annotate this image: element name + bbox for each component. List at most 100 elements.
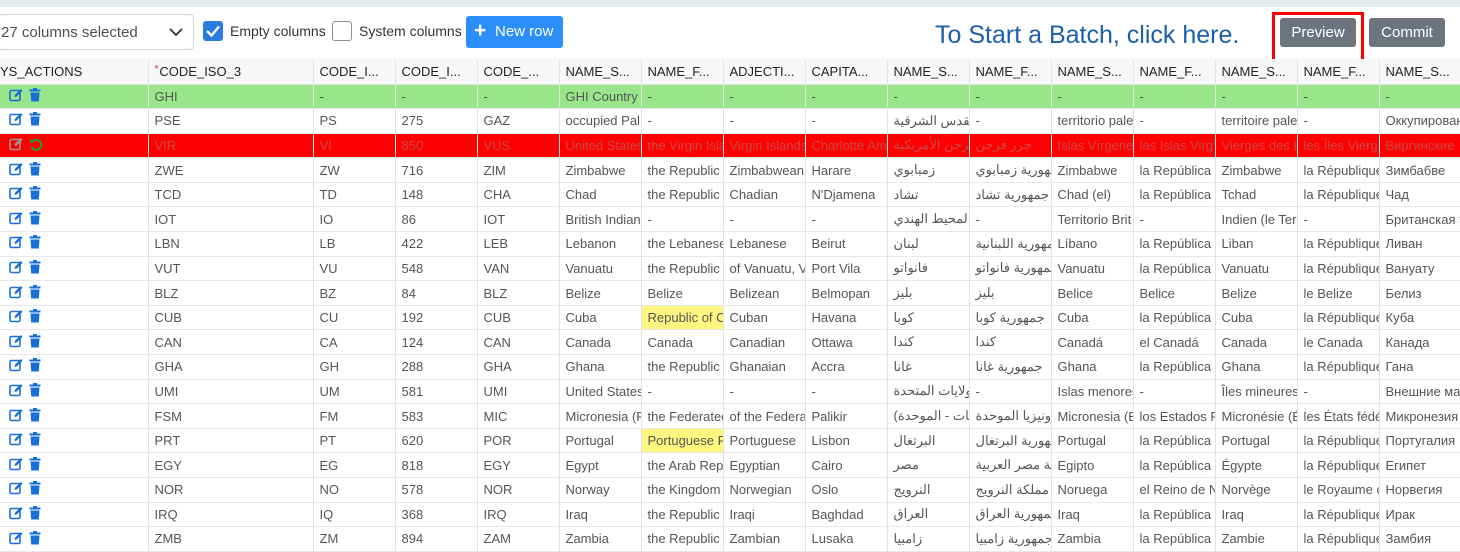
table-cell[interactable]: Belize xyxy=(1215,280,1298,306)
table-cell[interactable]: la República xyxy=(1133,502,1216,528)
trash-icon[interactable] xyxy=(29,456,41,474)
table-cell[interactable]: Portugal xyxy=(1215,428,1298,454)
table-row[interactable]: IOTIO86IOTBritish Indian---في المحيط اله… xyxy=(0,206,1460,233)
table-cell[interactable]: Куба xyxy=(1379,305,1460,331)
table-cell[interactable]: جزر فرجن الأمريكية xyxy=(887,133,970,159)
edit-icon[interactable] xyxy=(9,309,23,326)
edit-icon[interactable] xyxy=(9,162,23,179)
table-cell[interactable]: GAZ xyxy=(477,108,560,134)
table-cell[interactable]: البرتغال xyxy=(887,428,970,454)
table-cell[interactable]: la République xyxy=(1297,182,1380,208)
table-cell[interactable]: - xyxy=(395,84,478,110)
table-cell[interactable]: la République xyxy=(1297,526,1380,552)
table-cell[interactable]: la República xyxy=(1133,157,1216,183)
empty-columns-checkbox[interactable] xyxy=(203,21,223,41)
table-cell[interactable]: NOR xyxy=(148,477,314,503)
table-cell[interactable]: Indien (le Ter xyxy=(1215,206,1298,233)
table-cell[interactable]: la République xyxy=(1297,452,1380,478)
table-cell[interactable]: Ghana xyxy=(1051,354,1134,380)
table-cell[interactable]: فانواتو xyxy=(887,256,970,282)
table-cell[interactable]: Belmopan xyxy=(805,280,888,306)
table-cell[interactable]: Portuguese R xyxy=(641,428,724,454)
table-cell[interactable]: Португалия xyxy=(1379,428,1460,454)
table-cell[interactable]: la República xyxy=(1133,428,1216,454)
table-row[interactable]: IRQ IQ 368 IRQ Iraq the Republic Iraqi Baghdad ا… xyxy=(0,502,1460,528)
table-cell[interactable]: كوبا xyxy=(887,305,970,331)
table-cell[interactable]: مملكة النرويج xyxy=(969,477,1052,503)
table-cell[interactable]: 422 xyxy=(395,231,478,257)
table-cell[interactable]: la République xyxy=(1297,157,1380,183)
table-cell[interactable]: UMI xyxy=(148,379,314,405)
table-cell[interactable]: - xyxy=(723,379,806,405)
table-row[interactable]: NOR NO 578 NOR Norway the Kingdom Norwegian Osl… xyxy=(0,477,1460,503)
table-row[interactable]: LBN LB 422 LEB Lebanon the Lebanese Lebanese Be… xyxy=(0,231,1460,257)
table-cell[interactable]: Зимбабве xyxy=(1379,157,1460,183)
table-cell[interactable]: Zambian xyxy=(723,526,806,552)
table-cell[interactable]: Liban xyxy=(1215,231,1298,257)
column-header[interactable]: CODE_... xyxy=(477,59,560,85)
edit-icon[interactable] xyxy=(9,211,23,228)
column-header[interactable]: YS_ACTIONS xyxy=(0,59,149,85)
table-cell[interactable]: United States xyxy=(559,133,642,159)
table-cell[interactable]: Vanuatu xyxy=(1215,256,1298,282)
table-cell[interactable]: زامبيا xyxy=(887,526,970,552)
table-cell[interactable]: la République xyxy=(1297,231,1380,257)
table-cell[interactable]: Вануату xyxy=(1379,256,1460,282)
table-cell[interactable]: 288 xyxy=(395,354,478,380)
edit-icon[interactable] xyxy=(9,235,23,252)
table-cell[interactable]: Belice xyxy=(1133,280,1216,306)
table-cell[interactable]: Islas Vírgene xyxy=(1051,133,1134,159)
edit-icon[interactable] xyxy=(9,457,23,474)
table-cell[interactable]: بليز xyxy=(969,280,1052,306)
table-cell[interactable]: el Canadá xyxy=(1133,329,1216,356)
edit-icon[interactable] xyxy=(9,260,23,277)
table-cell[interactable]: 124 xyxy=(395,329,478,356)
table-cell[interactable]: Baghdad xyxy=(805,502,888,528)
table-cell[interactable]: - xyxy=(1297,206,1380,233)
table-cell[interactable]: MIC xyxy=(477,403,560,429)
table-cell[interactable]: Zimbabwe xyxy=(1051,157,1134,183)
table-cell[interactable]: غانا xyxy=(887,354,970,380)
table-cell[interactable]: Zimbabwe xyxy=(559,157,642,183)
table-cell[interactable]: GHA xyxy=(477,354,560,380)
table-cell[interactable]: Tchad xyxy=(1215,182,1298,208)
table-cell[interactable]: Внешние ма. xyxy=(1379,379,1460,405)
table-cell[interactable]: LEB xyxy=(477,231,560,257)
table-cell[interactable]: Cuba xyxy=(559,305,642,331)
table-cell[interactable]: Canadá xyxy=(1051,329,1134,356)
table-cell[interactable]: IOT xyxy=(148,206,314,233)
table-cell[interactable]: Lebanese xyxy=(723,231,806,257)
trash-icon[interactable] xyxy=(29,235,41,252)
table-cell[interactable]: Portugal xyxy=(1051,428,1134,454)
table-cell[interactable]: - xyxy=(1379,84,1460,110)
table-cell[interactable]: N'Djamena xyxy=(805,182,888,208)
table-cell[interactable]: 578 xyxy=(395,477,478,503)
table-cell[interactable]: Territorio Brit xyxy=(1051,206,1134,233)
edit-icon[interactable] xyxy=(9,285,23,302)
table-cell[interactable]: 548 xyxy=(395,256,478,282)
system-columns-checkbox[interactable] xyxy=(332,21,352,41)
table-cell[interactable]: CAN xyxy=(477,329,560,356)
table-row[interactable]: VIR VI 850 VUS United States the Virgin Isla V… xyxy=(0,133,1460,159)
trash-icon[interactable] xyxy=(29,161,41,179)
table-cell[interactable]: CHA xyxy=(477,182,560,208)
table-row[interactable]: GHA GH 288 GHA Ghana the Republic Ghanaian Accr… xyxy=(0,354,1460,380)
table-cell[interactable]: ZWE xyxy=(148,157,314,183)
table-cell[interactable]: the Lebanese xyxy=(641,231,724,257)
table-cell[interactable]: la République xyxy=(1297,256,1380,282)
table-cell[interactable]: PS xyxy=(313,108,396,134)
column-header[interactable]: NAME_S... xyxy=(559,59,642,85)
table-cell[interactable]: VUT xyxy=(148,256,314,282)
table-cell[interactable]: TD xyxy=(313,182,396,208)
table-cell[interactable]: جمهورية البرتغال xyxy=(969,428,1052,454)
table-cell[interactable]: - xyxy=(969,108,1052,134)
table-cell[interactable]: - xyxy=(641,206,724,233)
table-cell[interactable]: Micronesia (E xyxy=(1051,403,1134,429)
column-header[interactable]: *CODE_ISO_3 xyxy=(148,59,314,85)
table-cell[interactable]: GHI xyxy=(148,84,314,110)
table-cell[interactable]: عة للولايات المتحدة xyxy=(887,379,970,405)
table-cell[interactable]: ZW xyxy=(313,157,396,183)
table-row[interactable]: CUB CU 192 CUB Cuba Republic of C Cuban Havana ك… xyxy=(0,305,1460,331)
table-cell[interactable]: - xyxy=(477,84,560,110)
table-cell[interactable]: la République xyxy=(1297,305,1380,331)
